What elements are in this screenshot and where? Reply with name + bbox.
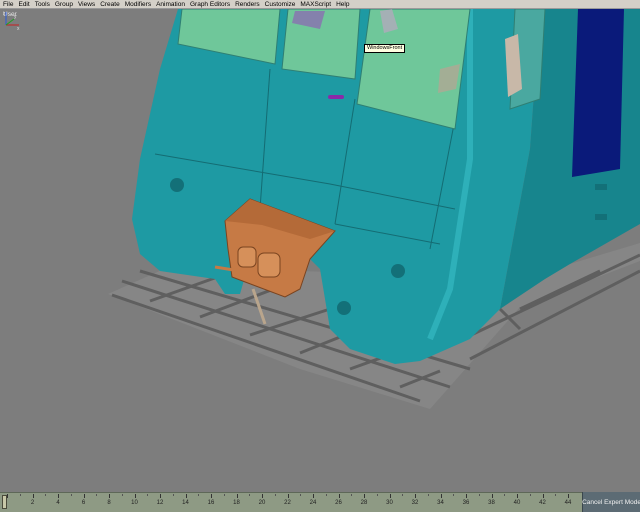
- time-tick: [223, 494, 225, 496]
- time-tick-label: 2: [30, 500, 35, 506]
- time-tick: [529, 494, 531, 496]
- time-tick: [198, 494, 200, 496]
- time-tick: [402, 494, 404, 496]
- time-tick-label: 8: [107, 500, 111, 506]
- time-tick: [300, 494, 302, 496]
- menu-create[interactable]: Create: [100, 0, 120, 9]
- time-tick: [109, 494, 110, 498]
- time-tick: [172, 494, 174, 496]
- menu-modifiers[interactable]: Modifiers: [125, 0, 151, 9]
- menu-animation[interactable]: Animation: [156, 0, 185, 9]
- time-tick: [389, 494, 391, 498]
- time-tick: [249, 494, 251, 496]
- time-tick: [504, 494, 506, 496]
- menu-maxscript[interactable]: MAXScript: [300, 0, 331, 9]
- menu-graph-editors[interactable]: Graph Editors: [190, 0, 230, 9]
- time-ruler[interactable]: 2 4 6 8 10 12 14 16 18 20 22 24 26 28 30 32 34 36 38 40 42 44: [0, 492, 582, 512]
- time-tick: [351, 494, 353, 496]
- time-tick: [415, 494, 416, 498]
- time-tick-label: 36: [462, 500, 470, 506]
- time-tick: [466, 494, 467, 498]
- time-tick: [364, 494, 365, 498]
- time-tick: [185, 494, 187, 498]
- time-tick-label: 30: [386, 500, 393, 506]
- time-tick-label: 12: [156, 500, 164, 506]
- time-tick: [491, 494, 493, 498]
- time-tick-label: 16: [207, 500, 215, 506]
- time-tick: [211, 494, 212, 498]
- time-tick: [160, 494, 161, 498]
- time-tick: [568, 494, 569, 498]
- time-tick-label: 6: [81, 500, 86, 506]
- time-tick: [19, 494, 21, 496]
- axis-tripod-icon: z x y: [3, 11, 20, 31]
- time-tick-label: 38: [488, 500, 495, 506]
- menu-renders[interactable]: Renders: [235, 0, 260, 9]
- time-tick: [236, 494, 238, 498]
- axis-x-label: x: [17, 26, 20, 31]
- time-tick: [542, 494, 544, 498]
- time-tick: [555, 494, 557, 496]
- time-tick: [427, 494, 429, 496]
- time-tick-label: 20: [258, 500, 266, 506]
- time-tick: [32, 494, 34, 498]
- menu-file[interactable]: File: [3, 0, 13, 9]
- time-tick: [453, 494, 455, 496]
- menu-customize[interactable]: Customize: [265, 0, 296, 9]
- time-tick: [70, 494, 72, 496]
- time-tick: [376, 494, 378, 496]
- time-tick: [45, 494, 47, 496]
- time-tick-label: 28: [360, 500, 368, 506]
- time-tick-label: 14: [182, 500, 189, 506]
- cancel-expert-mode-button[interactable]: Cancel Expert Mode: [582, 492, 640, 512]
- object-tooltip: WindowsFront: [364, 44, 406, 53]
- time-tick: [83, 494, 85, 498]
- menu-group[interactable]: Group: [55, 0, 73, 9]
- menu-bar: File Edit Tools Group Views Create Modif…: [0, 0, 640, 9]
- time-tick: [134, 494, 136, 498]
- axis-y-label: y: [14, 14, 17, 20]
- time-tick: [325, 494, 327, 496]
- time-tick-label: 10: [131, 500, 138, 506]
- time-tick: [287, 494, 289, 498]
- time-tick: [338, 494, 340, 498]
- time-tick: [517, 494, 518, 498]
- time-tick: [478, 494, 480, 496]
- time-tick-label: 26: [335, 500, 342, 506]
- viewport-scene[interactable]: [0, 9, 640, 492]
- time-tick-label: 32: [411, 500, 419, 506]
- time-tick-label: 42: [539, 500, 546, 506]
- time-tick: [7, 494, 8, 498]
- menu-help[interactable]: Help: [336, 0, 349, 9]
- time-tick: [440, 494, 442, 498]
- time-tick: [96, 494, 98, 496]
- time-tick: [58, 494, 59, 498]
- time-tick-label: 22: [284, 500, 291, 506]
- menu-tools[interactable]: Tools: [35, 0, 50, 9]
- perspective-viewport[interactable]: User WindowsFront z x y: [0, 9, 640, 492]
- time-tick: [121, 494, 123, 496]
- time-tick-label: 44: [564, 500, 572, 506]
- time-tick-label: 24: [309, 500, 317, 506]
- time-tick-label: 34: [437, 500, 444, 506]
- time-tick: [313, 494, 314, 498]
- time-tick-label: 40: [513, 500, 521, 506]
- time-tick: [147, 494, 149, 496]
- menu-edit[interactable]: Edit: [18, 0, 29, 9]
- time-tick-label: 18: [233, 500, 240, 506]
- time-tick: [262, 494, 263, 498]
- menu-views[interactable]: Views: [78, 0, 95, 9]
- time-tick-label: 4: [56, 500, 60, 506]
- time-tick: [274, 494, 276, 496]
